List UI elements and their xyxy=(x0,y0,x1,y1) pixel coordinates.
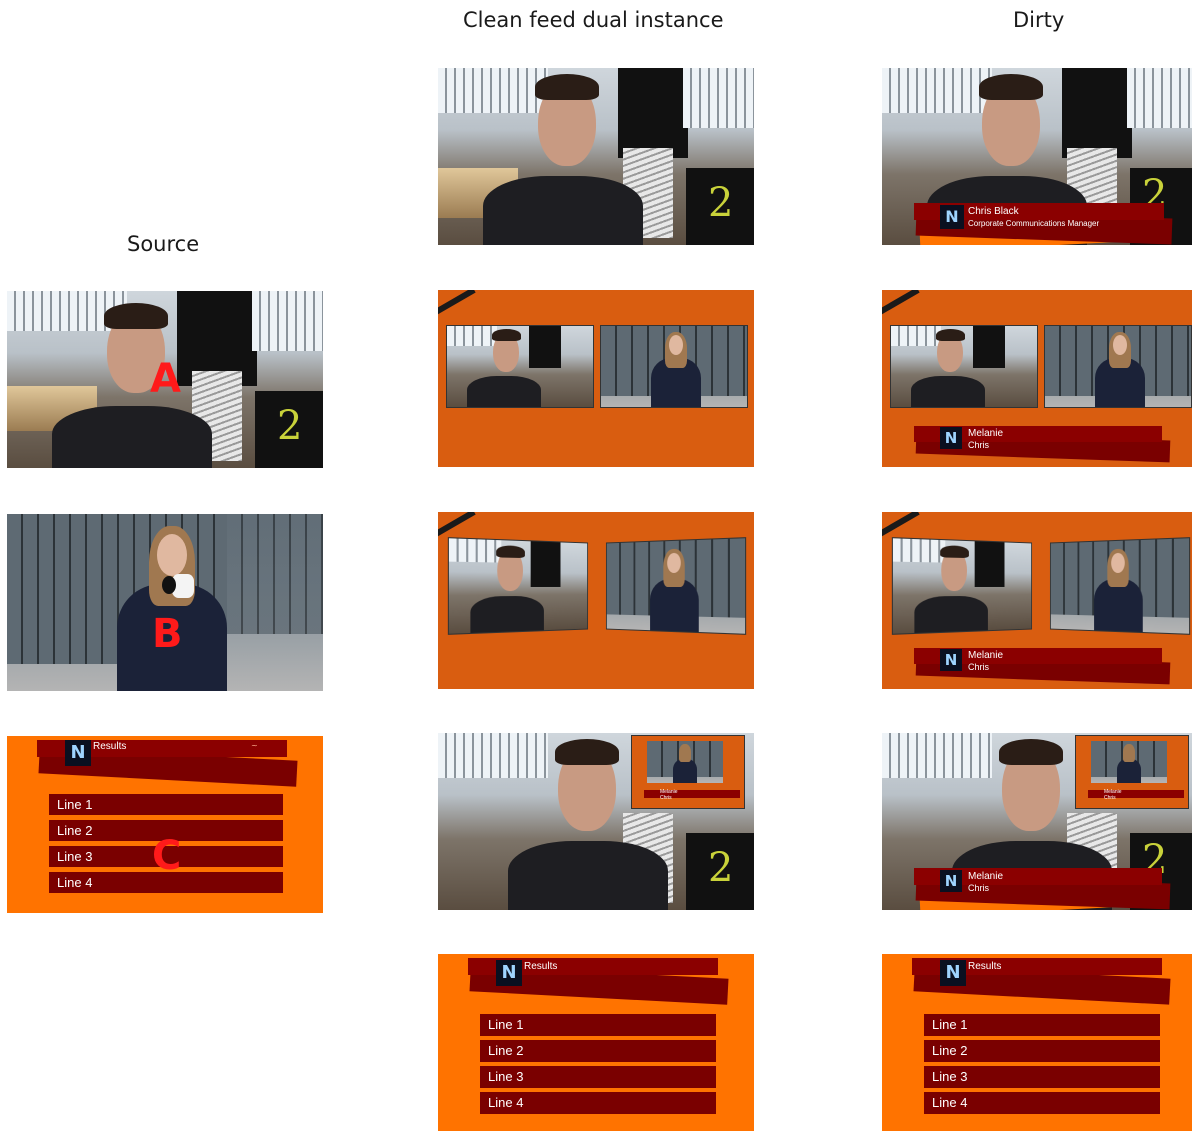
results-line: Line 3 xyxy=(480,1066,716,1088)
clean-row4-frame: 2 Melanie Chris xyxy=(438,733,754,910)
pip-man-angled xyxy=(891,537,1033,635)
results-line: Line 3 xyxy=(924,1066,1160,1088)
clean-row2-frame xyxy=(438,290,754,467)
dirty-row3-frame: N Melanie Chris xyxy=(882,512,1192,689)
dirty-column-title: Dirty xyxy=(1013,8,1065,32)
source-column-title: Source xyxy=(127,232,200,256)
source-a-frame: 2 A xyxy=(7,291,323,468)
woman-video-shot xyxy=(7,514,323,691)
clean-row5-frame: N Results Line 1 Line 2 Line 3 Line 4 xyxy=(438,954,754,1131)
source-b-frame: B xyxy=(7,514,323,691)
lower-third-name: Chris Black xyxy=(968,206,1019,217)
lower-third-title: Corporate Communications Manager xyxy=(968,219,1100,228)
pip-woman xyxy=(1091,741,1167,783)
pip-woman-angled xyxy=(1049,537,1191,635)
dirty-row1-frame: 2 N Chris Black Corporate Communications… xyxy=(882,68,1192,245)
source-b-label: B xyxy=(152,611,183,657)
pip-lower-third-line2: Chris xyxy=(660,795,672,801)
results-line: Line 1 xyxy=(49,794,283,815)
corner-pip: Melanie Chris xyxy=(1075,735,1189,809)
results-line: Line 2 xyxy=(480,1040,716,1062)
logo-icon: N xyxy=(496,960,522,986)
lower-third-line2: Chris xyxy=(968,883,990,893)
logo-icon: N xyxy=(940,649,962,671)
lower-third-line2: Chris xyxy=(968,662,990,672)
lower-third-line1: Melanie xyxy=(968,428,1004,439)
pip-woman xyxy=(1044,325,1192,408)
signature-mark: ~ xyxy=(251,741,258,750)
source-a-label: A xyxy=(150,356,181,402)
results-line: Line 4 xyxy=(480,1092,716,1114)
lower-third-line1: Melanie xyxy=(968,650,1004,661)
pip-woman xyxy=(600,325,748,408)
corner-pip: Melanie Chris xyxy=(631,735,745,809)
lower-third-line1: Melanie xyxy=(968,871,1004,882)
dirty-row5-frame: N Results Line 1 Line 2 Line 3 Line 4 xyxy=(882,954,1192,1131)
pip-man-angled xyxy=(447,537,589,635)
results-line: Line 2 xyxy=(924,1040,1160,1062)
results-line: Line 1 xyxy=(480,1014,716,1036)
pip-woman xyxy=(647,741,723,783)
results-heading: Results xyxy=(93,741,127,752)
pip-man xyxy=(446,325,594,408)
dirty-row2-frame: N Melanie Chris xyxy=(882,290,1192,467)
source-c-label: C xyxy=(152,833,182,879)
pip-woman-angled xyxy=(605,537,747,635)
clean-row3-frame xyxy=(438,512,754,689)
results-line: Line 1 xyxy=(924,1014,1160,1036)
pip-man xyxy=(890,325,1038,408)
source-c-frame: N Results ~ Line 1 Line 2 Line 3 Line 4 … xyxy=(7,736,323,913)
results-heading: Results xyxy=(524,961,558,972)
logo-icon: N xyxy=(940,870,962,892)
logo-icon: N xyxy=(65,740,91,766)
pip-lower-third-line2: Chris xyxy=(1104,795,1116,801)
clean-row1-frame: 2 xyxy=(438,68,754,245)
logo-icon: N xyxy=(940,960,966,986)
results-line: Line 4 xyxy=(924,1092,1160,1114)
results-heading: Results xyxy=(968,961,1002,972)
dirty-row4-frame: 2 Melanie Chris N Melanie Chris xyxy=(882,733,1192,910)
logo-icon: N xyxy=(940,205,964,229)
logo-icon: N xyxy=(940,427,962,449)
lower-third-line2: Chris xyxy=(968,440,990,450)
clean-feed-column-title: Clean feed dual instance xyxy=(463,8,724,32)
man-video-shot: 2 xyxy=(438,68,754,245)
